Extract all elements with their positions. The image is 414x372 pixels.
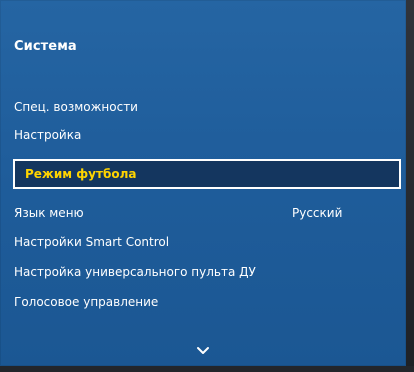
menu-item-label: Настройка универсального пульта ДУ (14, 265, 256, 279)
menu-item-accessibility[interactable]: Спец. возможности (14, 96, 396, 118)
system-menu: Спец. возможности Настройка Режим футбол… (0, 0, 406, 366)
menu-item-menu-language[interactable]: Язык меню Русский (14, 202, 396, 224)
menu-item-label: Режим футбола (25, 167, 137, 181)
menu-item-label: Голосовое управление (14, 295, 159, 309)
menu-item-universal-remote-setup[interactable]: Настройка универсального пульта ДУ (14, 261, 396, 283)
menu-item-label: Язык меню (14, 206, 84, 220)
menu-item-label: Спец. возможности (14, 100, 138, 114)
chevron-down-icon[interactable] (196, 346, 210, 356)
menu-item-football-mode[interactable]: Режим футбола (13, 159, 401, 189)
right-screen-frame (406, 0, 414, 372)
bottom-screen-frame (0, 366, 414, 372)
menu-item-label: Настройка (14, 128, 82, 142)
menu-item-smart-control-settings[interactable]: Настройки Smart Control (14, 231, 396, 253)
menu-item-setup[interactable]: Настройка (14, 124, 396, 146)
menu-item-label: Настройки Smart Control (14, 235, 170, 249)
menu-language-value: Русский (292, 206, 343, 220)
menu-item-voice-control[interactable]: Голосовое управление (14, 291, 396, 313)
system-settings-panel: Система Спец. возможности Настройка Режи… (0, 0, 406, 366)
